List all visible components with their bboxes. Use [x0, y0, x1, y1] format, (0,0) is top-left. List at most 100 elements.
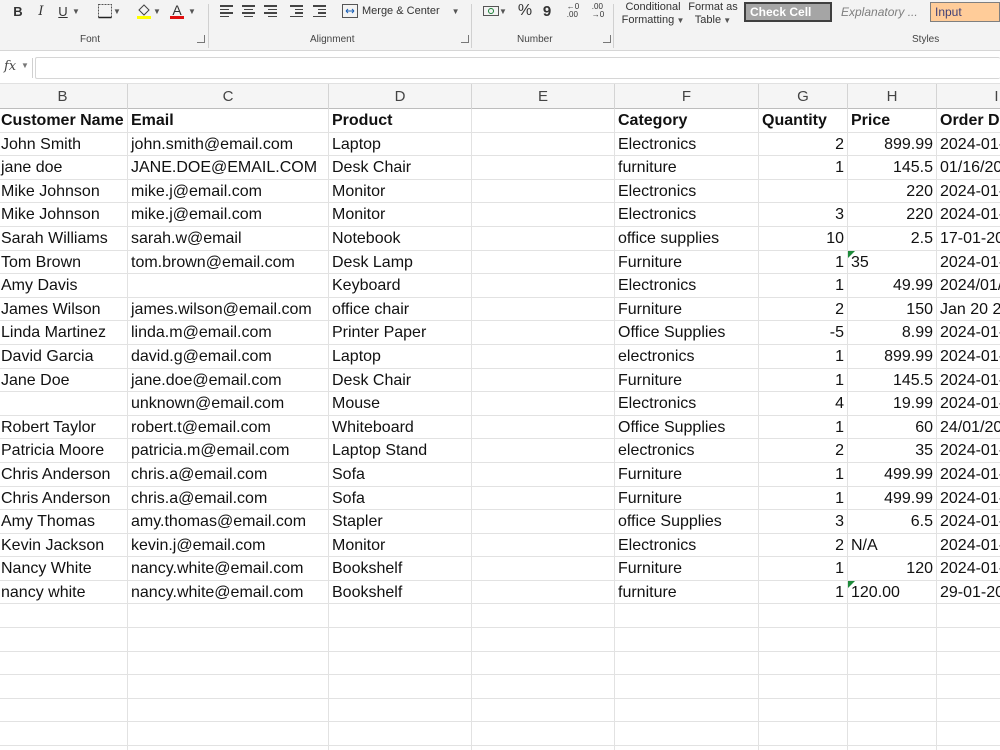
cell[interactable]: Product: [329, 109, 472, 133]
cell[interactable]: [472, 698, 615, 723]
cell[interactable]: [937, 604, 1000, 629]
comma-style-button[interactable]: 9: [540, 0, 554, 22]
cell[interactable]: Quantity: [759, 109, 848, 133]
cell[interactable]: Electronics: [615, 132, 759, 157]
cell[interactable]: [472, 321, 615, 345]
cell[interactable]: Chris Anderson: [0, 462, 128, 487]
cell[interactable]: 17-01-2024: [937, 227, 1000, 251]
cell[interactable]: [128, 651, 329, 676]
cell[interactable]: linda.m@email.com: [128, 321, 329, 345]
cell[interactable]: Mike Johnson: [0, 179, 128, 204]
cell[interactable]: [472, 109, 615, 133]
cell[interactable]: [128, 675, 329, 699]
cell[interactable]: [128, 722, 329, 747]
cell[interactable]: 145.5: [848, 156, 937, 180]
cell[interactable]: 4: [759, 392, 848, 416]
cell[interactable]: [759, 746, 848, 750]
cell[interactable]: [759, 722, 848, 747]
cell[interactable]: 499.99: [848, 486, 937, 511]
cell[interactable]: Mike Johnson: [0, 203, 128, 227]
column-header-e[interactable]: E: [472, 84, 615, 109]
cell[interactable]: [0, 675, 128, 699]
cell[interactable]: Amy Davis: [0, 274, 128, 298]
cell[interactable]: [472, 746, 615, 750]
increase-indent-button[interactable]: [311, 0, 327, 22]
cell[interactable]: office Supplies: [615, 510, 759, 534]
italic-button[interactable]: I: [33, 0, 49, 22]
cell[interactable]: [848, 722, 937, 747]
cell[interactable]: [472, 179, 615, 204]
cell[interactable]: 2024-01-25: [937, 463, 1000, 487]
cell[interactable]: 2024-01-20: [937, 321, 1000, 345]
cell[interactable]: Printer Paper: [329, 321, 472, 345]
cell[interactable]: [128, 274, 329, 298]
merge-center-button[interactable]: Merge & Center ▼: [342, 0, 464, 22]
cell[interactable]: nancy.white@email.com: [128, 580, 329, 605]
cell[interactable]: [329, 604, 472, 629]
cell[interactable]: patricia.m@email.com: [128, 439, 329, 463]
cell[interactable]: [472, 297, 615, 322]
cell[interactable]: 2: [759, 132, 848, 157]
cell[interactable]: [472, 250, 615, 275]
cell[interactable]: Category: [615, 109, 759, 133]
cell[interactable]: [615, 746, 759, 750]
cell[interactable]: Mouse: [329, 392, 472, 416]
cell[interactable]: 2024-01-18: [937, 251, 1000, 275]
worksheet-grid[interactable]: BCDEFGHI Customer Name Email Product Catego…: [0, 84, 1000, 750]
align-center-button[interactable]: [240, 0, 256, 22]
cell[interactable]: [759, 651, 848, 676]
cell[interactable]: 60: [848, 415, 937, 440]
cell[interactable]: [0, 604, 128, 629]
cell[interactable]: [472, 628, 615, 652]
cell[interactable]: 1: [759, 580, 848, 605]
cell[interactable]: [472, 226, 615, 251]
cell[interactable]: office chair: [329, 297, 472, 322]
cell[interactable]: [848, 651, 937, 676]
cell[interactable]: Nancy White: [0, 557, 128, 581]
cell[interactable]: Desk Chair: [329, 156, 472, 180]
cell[interactable]: [759, 604, 848, 629]
cell[interactable]: Kevin Jackson: [0, 533, 128, 558]
cell[interactable]: [937, 652, 1000, 676]
cell[interactable]: [472, 368, 615, 393]
cell[interactable]: [128, 746, 329, 750]
error-indicator-icon[interactable]: [848, 580, 855, 588]
cell[interactable]: Chris Anderson: [0, 486, 128, 511]
cell[interactable]: [329, 675, 472, 699]
cell[interactable]: 10: [759, 226, 848, 251]
cell[interactable]: Keyboard: [329, 274, 472, 298]
cell[interactable]: 3: [759, 510, 848, 534]
cell[interactable]: 35: [848, 439, 937, 463]
cell[interactable]: 49.99: [848, 274, 937, 298]
cell[interactable]: john.smith@email.com: [128, 132, 329, 157]
cell[interactable]: [759, 698, 848, 723]
cell[interactable]: robert.t@email.com: [128, 415, 329, 440]
cell[interactable]: Electronics: [615, 392, 759, 416]
cell[interactable]: [0, 628, 128, 652]
cell[interactable]: 1: [759, 250, 848, 275]
cell[interactable]: [472, 510, 615, 534]
cell[interactable]: Furniture: [615, 297, 759, 322]
cell[interactable]: [848, 604, 937, 629]
cell[interactable]: kevin.j@email.com: [128, 533, 329, 558]
cell[interactable]: Bookshelf: [329, 557, 472, 581]
cell[interactable]: [937, 699, 1000, 723]
cell[interactable]: david.g@email.com: [128, 344, 329, 369]
cell[interactable]: tom.brown@email.com: [128, 250, 329, 275]
cell[interactable]: 899.99: [848, 132, 937, 157]
cell[interactable]: 24/01/2024: [937, 416, 1000, 440]
cell[interactable]: electronics: [615, 439, 759, 463]
cell[interactable]: 2024-01-26: [937, 510, 1000, 534]
conditional-formatting-button[interactable]: Conditional Formatting ▼: [620, 0, 686, 28]
cell[interactable]: 19.99: [848, 392, 937, 416]
cell[interactable]: [472, 132, 615, 157]
align-right-button[interactable]: [262, 0, 278, 22]
cell[interactable]: 2024-01-27: [937, 534, 1000, 558]
cell[interactable]: 3: [759, 203, 848, 227]
cell[interactable]: Laptop: [329, 344, 472, 369]
cell[interactable]: Stapler: [329, 510, 472, 534]
cell[interactable]: furniture: [615, 156, 759, 180]
cell[interactable]: 220: [848, 203, 937, 227]
cell[interactable]: 1: [759, 462, 848, 487]
cell[interactable]: [472, 557, 615, 581]
